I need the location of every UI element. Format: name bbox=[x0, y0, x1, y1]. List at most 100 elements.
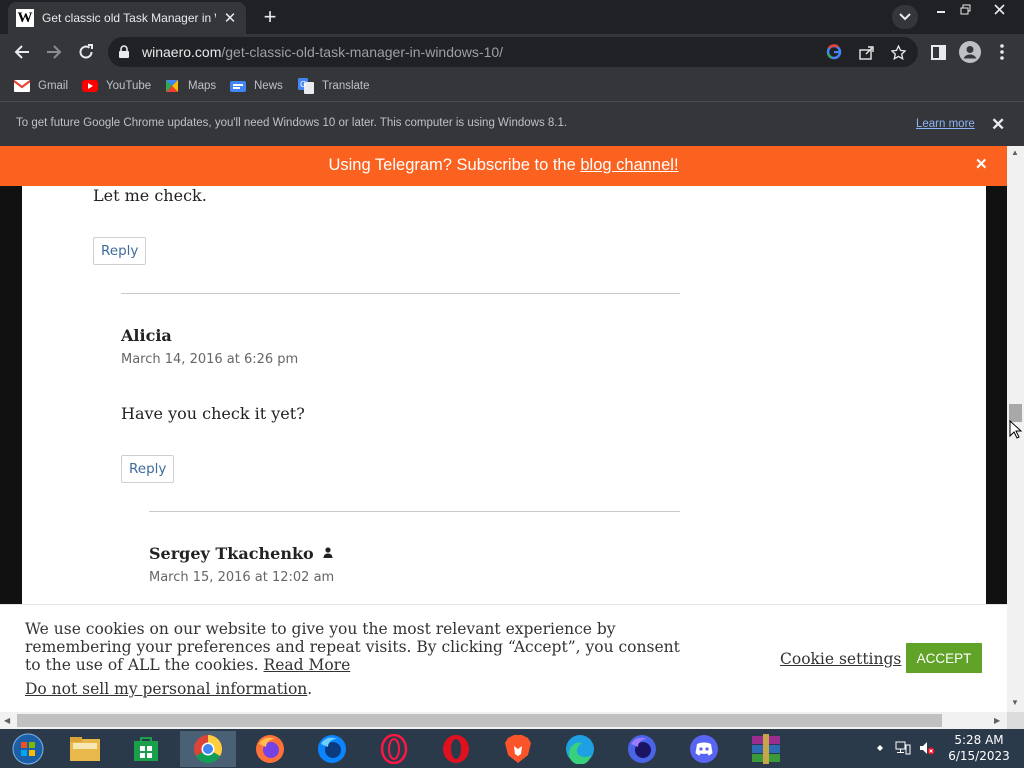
clock-date: 6/15/2023 bbox=[948, 749, 1010, 763]
tab-search-button[interactable] bbox=[892, 5, 918, 29]
chrome-button[interactable] bbox=[180, 731, 236, 767]
discord-button[interactable] bbox=[676, 731, 732, 767]
scrollbar-corner bbox=[1007, 712, 1024, 729]
gmail-icon bbox=[14, 78, 30, 94]
reload-icon bbox=[79, 44, 93, 59]
edge-button[interactable] bbox=[552, 731, 608, 767]
learn-more-link[interactable]: Learn more bbox=[916, 118, 975, 130]
system-clock[interactable]: 5:28 AM 6/15/2023 bbox=[944, 732, 1014, 764]
profile-button[interactable] bbox=[956, 38, 984, 66]
caret-up-icon bbox=[877, 745, 883, 751]
file-explorer-button[interactable] bbox=[57, 731, 113, 767]
network-tray[interactable] bbox=[895, 740, 911, 756]
close-icon bbox=[993, 3, 1005, 15]
winaero-favicon-icon: W bbox=[16, 9, 34, 27]
horizontal-scrollbar[interactable]: ◀ ▶ bbox=[0, 712, 1007, 729]
bookmark-youtube[interactable]: YouTube bbox=[82, 77, 151, 95]
winrar-button[interactable] bbox=[738, 731, 794, 767]
url-host: winaero.com bbox=[142, 44, 222, 60]
new-tab-button[interactable]: + bbox=[258, 6, 282, 30]
firefox-blue-icon bbox=[318, 735, 346, 763]
telegram-message: Using Telegram? Subscribe to the bbox=[328, 156, 581, 174]
bookmark-news[interactable]: News bbox=[230, 77, 283, 95]
comment-date[interactable]: March 15, 2016 at 12:02 am bbox=[149, 570, 334, 585]
bookmark-maps[interactable]: Maps bbox=[164, 77, 216, 95]
opera-icon bbox=[443, 735, 469, 763]
comment-author[interactable]: Sergey Tkachenko bbox=[149, 544, 333, 563]
start-button[interactable] bbox=[0, 731, 56, 767]
bookmark-label: Gmail bbox=[38, 80, 69, 92]
tab-title: Get classic old Task Manager in Windows … bbox=[42, 11, 216, 25]
vertical-scrollbar[interactable]: ▲ ▼ bbox=[1007, 146, 1024, 712]
side-panel-button[interactable] bbox=[924, 38, 952, 66]
blog-channel-link[interactable]: blog channel! bbox=[580, 156, 678, 174]
author-name: Sergey Tkachenko bbox=[149, 544, 314, 563]
cookie-banner: We use cookies on our website to give yo… bbox=[0, 604, 1007, 712]
window-close-button[interactable] bbox=[984, 0, 1014, 18]
scroll-down-icon[interactable]: ▼ bbox=[1011, 698, 1019, 707]
opera-gx-button[interactable] bbox=[366, 731, 422, 767]
scroll-right-icon[interactable]: ▶ bbox=[994, 716, 1000, 725]
firefox-button[interactable] bbox=[242, 731, 298, 767]
show-hidden-icons[interactable] bbox=[872, 740, 888, 756]
user-icon bbox=[323, 547, 333, 558]
accept-button[interactable]: ACCEPT bbox=[906, 643, 982, 673]
opera-gx-icon bbox=[380, 734, 408, 764]
bookmark-translate[interactable]: G Translate bbox=[298, 77, 370, 95]
winrar-icon bbox=[752, 734, 780, 764]
tab-close-icon[interactable]: ✕ bbox=[222, 9, 238, 27]
do-not-sell-link[interactable]: Do not sell my personal information bbox=[25, 680, 307, 698]
side-panel-icon bbox=[930, 44, 946, 60]
bookmark-gmail[interactable]: Gmail bbox=[14, 77, 68, 95]
chrome-menu-button[interactable] bbox=[988, 38, 1016, 66]
scroll-up-icon[interactable]: ▲ bbox=[1011, 148, 1019, 157]
google-lens-icon[interactable] bbox=[824, 42, 844, 62]
windows-start-icon bbox=[12, 733, 44, 765]
scroll-left-icon[interactable]: ◀ bbox=[4, 716, 10, 725]
comment-text: Let me check. bbox=[93, 186, 207, 205]
forward-button[interactable] bbox=[40, 38, 68, 66]
share-icon bbox=[858, 45, 874, 60]
brave-button[interactable] bbox=[490, 731, 546, 767]
reload-button[interactable] bbox=[72, 38, 100, 66]
bookmarks-bar: Gmail YouTube Maps News G Translate bbox=[0, 70, 1024, 102]
comment-author[interactable]: Alicia bbox=[121, 326, 172, 345]
update-infobar: To get future Google Chrome updates, you… bbox=[0, 102, 1024, 146]
comment-date[interactable]: March 14, 2016 at 6:26 pm bbox=[121, 352, 298, 367]
bookmark-label: Translate bbox=[322, 80, 370, 92]
restore-button[interactable] bbox=[950, 0, 980, 18]
browser-toolbar: winaero.com/get-classic-old-task-manager… bbox=[0, 34, 1024, 70]
back-button[interactable] bbox=[8, 38, 36, 66]
arrow-right-icon bbox=[47, 45, 62, 59]
firefox-nightly-button[interactable] bbox=[614, 731, 670, 767]
store-button[interactable] bbox=[118, 731, 174, 767]
reply-button[interactable]: Reply bbox=[93, 237, 147, 265]
reply-button[interactable]: Reply bbox=[121, 455, 175, 483]
arrow-left-icon bbox=[14, 45, 29, 59]
star-icon bbox=[890, 44, 906, 60]
telegram-banner-text: Using Telegram? Subscribe to the blog ch… bbox=[0, 156, 1007, 175]
telegram-banner: Using Telegram? Subscribe to the blog ch… bbox=[0, 146, 1007, 186]
cookie-settings-link[interactable]: Cookie settings bbox=[780, 650, 901, 668]
share-button[interactable] bbox=[856, 42, 876, 62]
brave-lion-icon bbox=[505, 735, 531, 763]
page-viewport: Let me check. Reply Alicia March 14, 201… bbox=[0, 146, 1007, 712]
firefox-developer-button[interactable] bbox=[304, 731, 360, 767]
more-vertical-icon bbox=[1000, 44, 1004, 60]
folder-icon bbox=[70, 737, 100, 761]
translate-icon: G bbox=[298, 78, 314, 94]
telegram-close-icon[interactable]: ✕ bbox=[975, 155, 988, 173]
speaker-muted-icon bbox=[920, 742, 935, 755]
opera-button[interactable] bbox=[428, 731, 484, 767]
cookie-message-text: We use cookies on our website to give yo… bbox=[25, 620, 680, 674]
bookmark-label: YouTube bbox=[106, 80, 152, 92]
infobar-close-icon[interactable]: ✕ bbox=[991, 115, 1005, 135]
do-not-sell-suffix: . bbox=[307, 680, 313, 698]
bookmark-star-button[interactable] bbox=[888, 42, 908, 62]
scroll-thumb[interactable] bbox=[17, 714, 942, 727]
browser-tab[interactable]: W Get classic old Task Manager in Window… bbox=[8, 2, 246, 34]
volume-tray[interactable] bbox=[919, 740, 935, 756]
address-bar[interactable]: winaero.com/get-classic-old-task-manager… bbox=[108, 37, 918, 67]
youtube-icon bbox=[82, 78, 98, 94]
read-more-link[interactable]: Read More bbox=[264, 656, 351, 674]
